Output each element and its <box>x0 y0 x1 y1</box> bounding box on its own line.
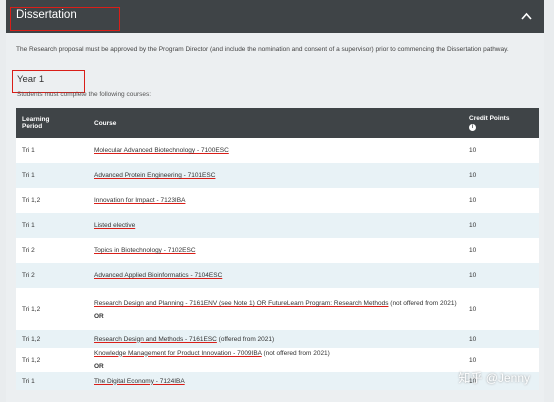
cell-credit: 10 <box>469 197 477 204</box>
cell-period: Tri 1 <box>22 377 35 385</box>
cell-course: Research Design and Planning - 7161ENV (… <box>88 288 463 330</box>
header-learning-period: Learning Period <box>22 116 50 130</box>
table-row: Tri 1 Listed elective 10 <box>16 213 539 238</box>
table-row: Tri 1,2 Innovation for Impact - 7123IBA … <box>16 188 539 213</box>
cell-course: Listed elective <box>88 213 463 238</box>
cell-period: Tri 1 <box>22 172 35 179</box>
cell-credit: 10 <box>469 335 477 343</box>
cell-course: Topics in Biotechnology - 7102ESC <box>88 238 463 263</box>
dissertation-panel: Dissertation The Research proposal must … <box>6 0 544 402</box>
course-link[interactable]: Listed elective <box>94 222 135 229</box>
or-label: OR <box>94 362 104 370</box>
course-link[interactable]: The Digital Economy - 7124IBA <box>94 378 185 385</box>
cell-course: Knowledge Management for Product Innovat… <box>88 348 463 372</box>
course-link[interactable]: Molecular Advanced Biotechnology - 7100E… <box>94 147 229 154</box>
course-link[interactable]: Research Design and Planning - 7161ENV (… <box>94 300 388 307</box>
cell-credit: 10 <box>469 247 477 254</box>
course-note: (offered from 2021) <box>216 335 275 343</box>
courses-table: Learning Period Course Credit Points i T… <box>16 108 539 390</box>
cell-credit: 10 <box>469 272 477 279</box>
header-credit-points: Credit Points i <box>469 115 510 131</box>
table-row: Tri 2 Advanced Applied Bioinformatics - … <box>16 263 539 288</box>
cell-course: The Digital Economy - 7124IBA <box>88 372 463 390</box>
cell-course: Molecular Advanced Biotechnology - 7100E… <box>88 138 463 163</box>
chevron-up-icon[interactable] <box>521 12 532 20</box>
table-row: Tri 1 Molecular Advanced Biotechnology -… <box>16 138 539 163</box>
cell-period: Tri 1,2 <box>22 197 41 204</box>
intro-text: The Research proposal must be approved b… <box>16 46 509 53</box>
watermark: 知乎 @Jenny <box>458 371 530 385</box>
highlight-box-year <box>12 70 85 93</box>
or-label: OR <box>94 313 104 320</box>
course-link[interactable]: Knowledge Management for Product Innovat… <box>94 350 262 357</box>
cell-period: Tri 1,2 <box>22 356 41 364</box>
cell-period: Tri 1,2 <box>22 335 41 343</box>
cell-credit: 10 <box>469 305 477 313</box>
table-header-row: Learning Period Course Credit Points i <box>16 108 539 138</box>
cell-period: Tri 1 <box>22 147 35 154</box>
cell-period: Tri 2 <box>22 247 35 254</box>
cell-course: Advanced Protein Engineering - 7101ESC <box>88 163 463 188</box>
course-note: (not offered from 2021) <box>388 300 457 307</box>
course-link[interactable]: Research Design and Methods - 7161ESC <box>94 336 217 343</box>
cell-period: Tri 2 <box>22 272 35 279</box>
course-link[interactable]: Advanced Applied Bioinformatics - 7104ES… <box>94 272 222 279</box>
cell-period: Tri 1,2 <box>22 305 41 313</box>
table-row: Tri 1 Advanced Protein Engineering - 710… <box>16 163 539 188</box>
info-icon[interactable]: i <box>469 124 476 131</box>
table-row: Tri 2 Topics in Biotechnology - 7102ESC … <box>16 238 539 263</box>
cell-course: Innovation for Impact - 7123IBA <box>88 188 463 213</box>
header-course: Course <box>94 119 117 127</box>
cell-course: Research Design and Methods - 7161ESC (o… <box>88 330 463 348</box>
course-note: (not offered from 2021) <box>261 349 330 357</box>
cell-course: Advanced Applied Bioinformatics - 7104ES… <box>88 263 463 288</box>
course-link[interactable]: Topics in Biotechnology - 7102ESC <box>94 247 196 254</box>
table-row: Tri 1,2 Research Design and Planning - 7… <box>16 288 539 330</box>
cell-credit: 10 <box>469 222 477 229</box>
cell-credit: 10 <box>469 147 477 154</box>
cell-period: Tri 1 <box>22 222 35 229</box>
table-row: Tri 1,2 Research Design and Methods - 71… <box>16 330 539 348</box>
accordion-header[interactable]: Dissertation <box>6 0 544 33</box>
course-link[interactable]: Advanced Protein Engineering - 7101ESC <box>94 172 215 179</box>
cell-credit: 10 <box>469 172 477 179</box>
students-text: Students must complete the following cou… <box>17 91 152 98</box>
highlight-box-title <box>10 7 120 31</box>
course-link[interactable]: Innovation for Impact - 7123IBA <box>94 197 185 204</box>
